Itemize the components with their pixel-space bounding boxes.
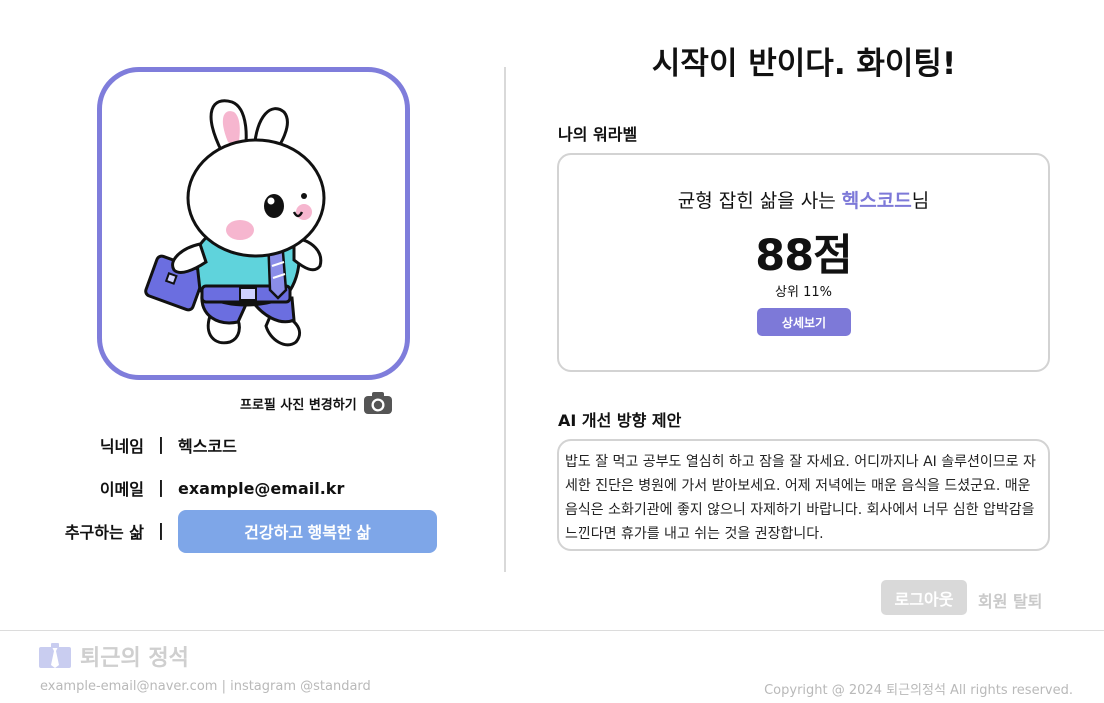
life-goal-row: 추구하는 삶 | 건강하고 행복한 삶 <box>40 509 440 553</box>
column-divider <box>504 67 506 572</box>
nickname-row: 닉네임 | 헥스코드 <box>40 423 440 467</box>
email-label: 이메일 <box>99 480 144 499</box>
field-separator: | <box>157 478 165 498</box>
wlb-score-card: 균형 잡힌 삶을 사는 헥스코드님 88점 상위 11% 상세보기 <box>557 153 1050 372</box>
profile-image-frame <box>97 67 410 380</box>
footer-copyright: Copyright @ 2024 퇴근의정석 All rights reserv… <box>764 683 1073 698</box>
life-goal-label: 추구하는 삶 <box>64 523 144 542</box>
camera-icon <box>363 392 392 414</box>
field-separator: | <box>157 521 165 541</box>
wlb-summary-suffix: 님 <box>911 190 930 212</box>
wlb-nickname: 헥스코드 <box>841 190 912 212</box>
email-row: 이메일 | example@email.kr <box>40 466 440 510</box>
wlb-rank: 상위 11% <box>775 285 832 300</box>
wlb-score: 88점 <box>755 231 852 281</box>
life-goal-button[interactable]: 건강하고 행복한 삶 <box>178 509 437 553</box>
footer-divider <box>0 630 1104 631</box>
email-value: example@email.kr <box>178 478 345 498</box>
withdraw-button[interactable]: 회원 탈퇴 <box>978 588 1042 612</box>
footer-logo: 퇴근의 정석 <box>38 640 189 672</box>
wlb-section-title: 나의 워라벨 <box>558 125 638 144</box>
change-photo-label: 프로필 사진 변경하기 <box>240 397 357 413</box>
page-headline: 시작이 반이다. 화이팅! <box>651 46 957 82</box>
field-separator: | <box>157 435 165 455</box>
logout-button[interactable]: 로그아웃 <box>881 580 967 615</box>
nickname-label: 닉네임 <box>99 437 144 456</box>
footer-contact: example-email@naver.com | instagram @sta… <box>40 679 371 694</box>
footer-brand: 퇴근의 정석 <box>80 646 189 671</box>
wlb-summary: 균형 잡힌 삶을 사는 헥스코드님 <box>559 186 1048 213</box>
nickname-value: 헥스코드 <box>178 437 237 456</box>
necktie-logo-icon <box>39 643 71 668</box>
change-profile-photo-button[interactable]: 프로필 사진 변경하기 <box>240 390 393 416</box>
ai-suggestion-text: 밥도 잘 먹고 공부도 열심히 하고 잠을 잘 자세요. 어디까지나 AI 솔루… <box>557 439 1050 551</box>
ai-section-title: AI 개선 방향 제안 <box>558 411 682 430</box>
wlb-summary-prefix: 균형 잡힌 삶을 사는 <box>677 190 842 212</box>
bunny-mascot-illustration <box>143 98 325 346</box>
detail-button[interactable]: 상세보기 <box>757 308 851 336</box>
